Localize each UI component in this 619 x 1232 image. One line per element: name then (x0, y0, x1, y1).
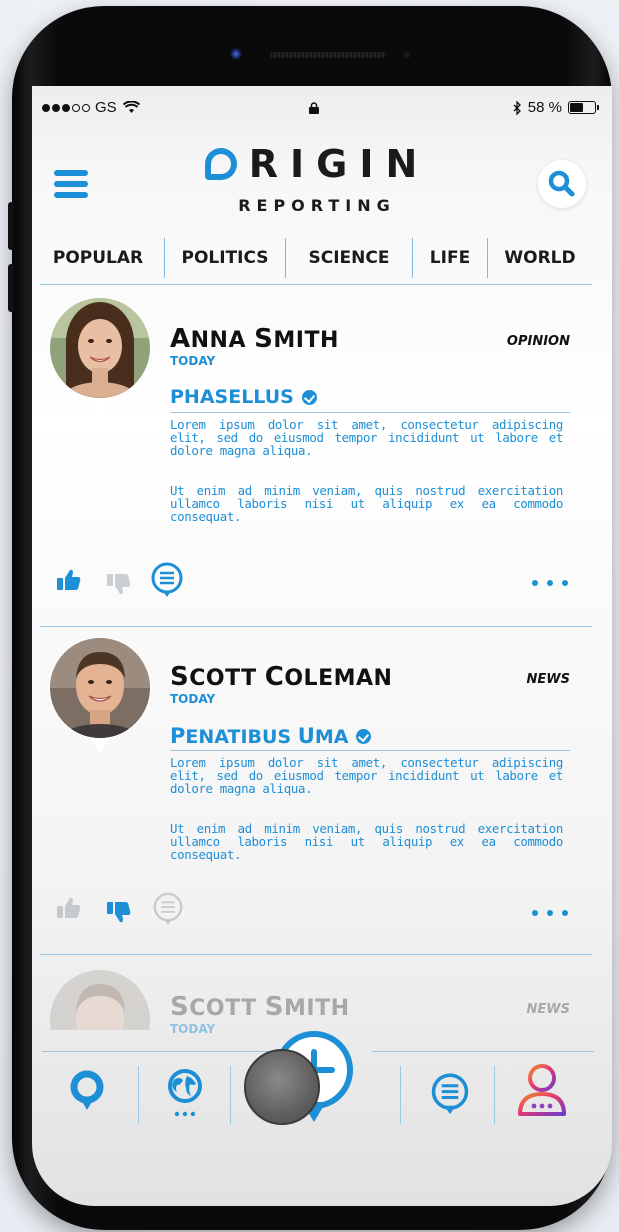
earpiece-speaker (270, 52, 386, 58)
signal-indicator: GS (42, 99, 140, 116)
tab-politics[interactable]: POLITICS (165, 236, 285, 280)
tab-world[interactable]: WORLD (488, 236, 592, 280)
bottom-nav-divider (138, 1066, 139, 1124)
signal-dot (62, 103, 70, 112)
post-body-paragraph: Ut enim ad minim veniam, quis nostrud ex… (170, 483, 563, 524)
post-category[interactable]: NEWS (527, 672, 570, 687)
avatar-anna-image (49, 298, 151, 414)
location-pin-icon[interactable] (70, 1070, 104, 1116)
post-category[interactable]: OPINION (507, 334, 570, 349)
battery-fill (570, 103, 583, 112)
status-right: 58 % (513, 99, 599, 116)
avatar[interactable] (48, 970, 152, 1030)
app-header: RIGIN REPORTING (32, 130, 612, 230)
post-body-paragraph: Lorem ipsum dolor sit amet, consectetur … (170, 755, 563, 796)
search-button[interactable] (538, 160, 586, 208)
front-camera (230, 48, 242, 60)
verified-icon (301, 389, 317, 405)
thumbs-up-icon[interactable] (56, 896, 82, 920)
tab-science[interactable]: SCIENCE (286, 236, 412, 280)
tab-popular[interactable]: POPULAR (32, 236, 164, 280)
post-divider (40, 954, 592, 955)
signal-dot (72, 103, 80, 112)
bottom-nav-line (42, 1051, 272, 1052)
lock-icon (309, 102, 319, 114)
post-divider (40, 626, 592, 627)
globe-icon[interactable] (165, 1068, 205, 1122)
category-tabs: POPULAR POLITICS SCIENCE LIFE WORLD (32, 234, 612, 282)
bottom-nav-divider (230, 1066, 231, 1124)
post-author[interactable]: SCOTT SMITH (170, 992, 350, 1022)
app-screen: GS 58 % RIGIN REPORTING POPULAR POLITICS… (32, 86, 612, 1206)
bottom-nav-line (372, 1051, 594, 1052)
bottom-nav-divider (400, 1066, 401, 1124)
wifi-icon (122, 101, 140, 113)
home-button[interactable] (244, 1049, 320, 1125)
phone-side-button (8, 202, 14, 250)
signal-dot (52, 103, 60, 112)
avatar-scott-smith-image (50, 970, 150, 1030)
app-logo: RIGIN REPORTING (197, 142, 437, 215)
hamburger-icon[interactable] (54, 170, 88, 198)
avatar[interactable] (48, 298, 152, 414)
tabs-underline (40, 284, 592, 285)
phone-side-button (8, 264, 14, 312)
bottom-nav-divider (494, 1066, 495, 1124)
more-icon[interactable] (532, 580, 568, 590)
post-card: SCOTT COLEMAN TODAY NEWS PENATIBUS UMA L… (40, 634, 592, 954)
status-bar: GS 58 % (32, 96, 612, 124)
battery-percent: 58 % (527, 99, 562, 116)
comment-icon[interactable] (152, 892, 184, 926)
logo-wordmark: RIGIN (197, 142, 437, 186)
profile-icon[interactable] (514, 1062, 570, 1120)
post-time: TODAY (170, 1022, 216, 1036)
logo-subtitle: REPORTING (238, 196, 396, 215)
verified-icon (356, 728, 372, 744)
proximity-sensor (404, 52, 410, 58)
logo-o-mark (204, 148, 237, 180)
thumbs-up-icon[interactable] (56, 568, 82, 592)
bluetooth-icon (513, 100, 521, 115)
headline-underline (170, 750, 570, 751)
thumbs-down-icon[interactable] (106, 900, 132, 924)
tab-life[interactable]: LIFE (413, 236, 487, 280)
post-author[interactable]: ANNA SMITH (170, 324, 339, 354)
headline-underline (170, 412, 570, 413)
post-time: TODAY (170, 692, 216, 706)
logo-text: RIGIN (248, 142, 430, 186)
chat-icon[interactable] (430, 1072, 470, 1116)
post-time: TODAY (170, 354, 216, 368)
post-body-paragraph: Lorem ipsum dolor sit amet, consectetur … (170, 417, 563, 458)
post-card: ANNA SMITH TODAY OPINION PHASELLUS Lorem… (40, 296, 592, 626)
avatar[interactable] (48, 638, 152, 754)
search-icon (548, 170, 575, 197)
more-icon[interactable] (532, 910, 568, 920)
post-headline[interactable]: PENATIBUS UMA (170, 724, 372, 748)
avatar-scott-image (49, 638, 151, 754)
post-category[interactable]: NEWS (527, 1002, 570, 1017)
post-author[interactable]: SCOTT COLEMAN (170, 662, 392, 692)
comment-icon[interactable] (150, 562, 184, 598)
carrier-name: GS (95, 99, 117, 116)
post-body-paragraph: Ut enim ad minim veniam, quis nostrud ex… (170, 821, 563, 862)
battery-icon (568, 101, 599, 114)
post-headline[interactable]: PHASELLUS (170, 386, 317, 408)
signal-dot (42, 103, 50, 112)
signal-dot (82, 103, 90, 112)
thumbs-down-icon[interactable] (106, 572, 132, 596)
